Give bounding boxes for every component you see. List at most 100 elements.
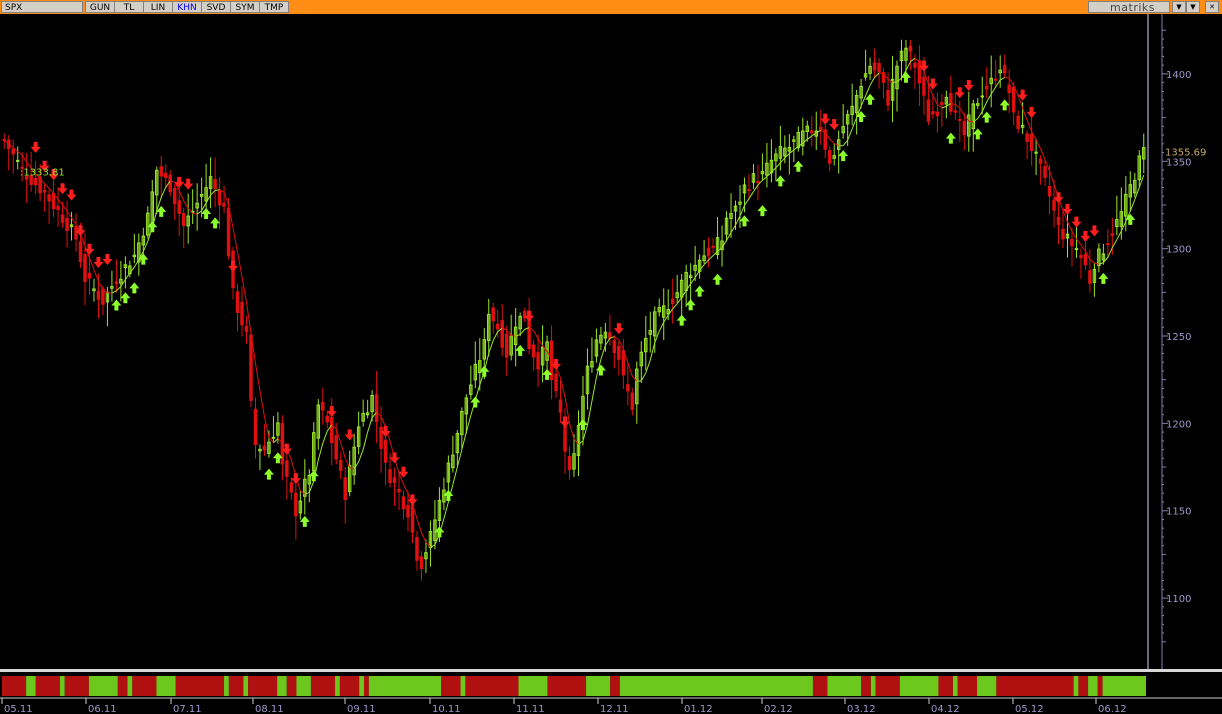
ma-segment <box>62 204 68 212</box>
candle-body <box>1074 248 1079 251</box>
ma-segment <box>308 480 315 493</box>
band-segment <box>248 676 278 696</box>
candle-body <box>96 290 101 300</box>
candle-body <box>60 214 65 223</box>
ma-segment <box>860 95 867 107</box>
candle-body <box>397 489 401 493</box>
ma-segment <box>586 400 593 426</box>
sell-arrow-icon <box>1071 216 1082 228</box>
band-segment <box>875 676 900 696</box>
ma-segment <box>672 303 678 310</box>
ma-segment <box>708 255 714 261</box>
ma-segment <box>869 77 876 86</box>
sell-arrow-icon <box>613 323 624 335</box>
tab-lin[interactable]: LIN <box>143 1 173 13</box>
tab-khn[interactable]: KHN <box>172 1 202 13</box>
candle-body <box>495 323 500 330</box>
ma-segment <box>178 190 185 201</box>
y-tick-label: 1400 <box>1166 70 1191 81</box>
ma-segment <box>1080 244 1086 252</box>
candle-body <box>630 392 635 410</box>
tab-tl[interactable]: TL <box>114 1 144 13</box>
ma-segment <box>1026 120 1033 132</box>
ma-segment <box>1076 238 1082 246</box>
sell-arrow-icon <box>344 429 355 441</box>
buy-arrow-icon <box>757 205 768 217</box>
candle-body <box>1088 270 1092 284</box>
band-segment <box>1097 676 1103 696</box>
candle-body <box>343 477 347 501</box>
ma-segment <box>192 212 198 215</box>
candle-body <box>321 402 325 411</box>
band-segment <box>812 676 828 696</box>
ma-segment <box>981 101 988 112</box>
sell-arrow-icon <box>389 452 400 464</box>
tab-tmp[interactable]: TMP <box>259 1 289 13</box>
buy-arrow-icon <box>263 468 274 480</box>
candle-body <box>567 456 572 471</box>
ma-segment <box>492 331 499 341</box>
candle-body <box>374 394 379 422</box>
candle-body <box>922 76 926 96</box>
ma-segment <box>273 438 279 444</box>
price-chart: 1100115012001250130013501400 05.11 06.11 0… <box>0 14 1222 714</box>
ma-segment <box>833 143 839 147</box>
x-tick-label: 07.11 <box>173 704 202 714</box>
candle-body <box>42 190 47 193</box>
candle-body <box>217 189 222 206</box>
ma-segment <box>1116 230 1122 240</box>
symbol-field[interactable]: SPX <box>1 1 83 13</box>
candle-body <box>47 194 51 202</box>
ma-segment <box>71 217 77 225</box>
candle-body <box>827 150 832 164</box>
x-tick-label: 03.12 <box>847 704 876 714</box>
y-tick-label: 1100 <box>1166 594 1191 605</box>
band-segment <box>547 676 587 696</box>
sell-arrow-icon <box>326 406 337 418</box>
candle-body <box>877 62 881 73</box>
candle-body <box>985 85 989 90</box>
ma-segment <box>533 330 539 340</box>
tab-svd[interactable]: SVD <box>201 1 231 13</box>
ma-segment <box>851 117 858 130</box>
ma-segment <box>44 183 50 189</box>
band-separator <box>0 669 1222 672</box>
ma-segment <box>811 132 817 137</box>
ma-segment <box>430 544 436 548</box>
candle-body <box>168 174 172 193</box>
ma-segment <box>1111 239 1118 248</box>
buy-arrow-icon <box>210 217 221 229</box>
candle-body <box>56 205 60 211</box>
candle-body <box>1070 238 1074 247</box>
chevron-down-icon[interactable]: ▼ <box>1172 1 1186 13</box>
candle-body <box>926 99 931 122</box>
ma-segment <box>1040 148 1046 160</box>
candle-body <box>872 62 877 71</box>
candle-body <box>65 217 69 232</box>
ma-segment <box>1138 174 1145 188</box>
close-icon[interactable]: ✕ <box>1205 1 1219 13</box>
candle-body <box>11 148 15 155</box>
candle-body <box>1079 255 1083 259</box>
sell-arrow-icon <box>102 253 113 265</box>
sell-arrow-icon <box>963 79 974 91</box>
x-tick-label: 06.12 <box>1098 704 1127 714</box>
ma-segment <box>322 430 328 444</box>
ma-segment <box>753 184 759 192</box>
ma-segment <box>425 541 431 548</box>
dropdown-arrow-icon[interactable]: ▼ <box>1186 1 1200 13</box>
ma-segment <box>196 210 202 215</box>
band-segment <box>1078 676 1089 696</box>
band-segment <box>465 676 519 696</box>
tab-gun[interactable]: GUN <box>85 1 115 13</box>
band-segment <box>441 676 461 696</box>
ma-segment <box>771 167 777 173</box>
band-segment <box>296 676 311 696</box>
ma-segment <box>977 111 983 119</box>
ma-segment <box>766 171 772 177</box>
ma-segment <box>645 359 651 374</box>
x-tick-label: 04.12 <box>931 704 960 714</box>
candle-body <box>401 496 406 510</box>
y-tick-label: 1200 <box>1166 419 1191 430</box>
tab-sym[interactable]: SYM <box>230 1 260 13</box>
